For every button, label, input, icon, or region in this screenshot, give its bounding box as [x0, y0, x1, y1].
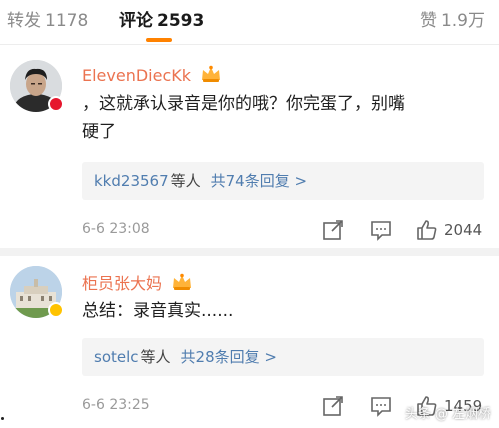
reply-users-suffix: 等人: [140, 348, 171, 366]
tab-like[interactable]: 赞 1.9万: [420, 6, 485, 31]
tabs-divider: [0, 44, 499, 45]
like-icon[interactable]: [416, 219, 438, 243]
reply-users-link[interactable]: sotelc: [94, 348, 139, 366]
vip-crown-icon: [173, 273, 192, 290]
verified-badge-icon: [48, 302, 64, 318]
share-icon[interactable]: [322, 395, 344, 419]
comment-text-line: 硬了: [82, 122, 116, 142]
comment-divider: [0, 248, 499, 256]
share-icon[interactable]: [322, 219, 344, 243]
replies-preview[interactable]: kkd23567 等人 共74条回复 >: [82, 162, 484, 200]
tab-repost-label: 转发: [7, 11, 41, 31]
stray-dot: [1, 417, 4, 420]
comment-meta: 6-6 23:08 2044: [82, 219, 492, 243]
reply-users-link[interactable]: kkd23567: [94, 172, 169, 190]
tab-repost-count: 1178: [45, 11, 89, 31]
comment-username[interactable]: ElevenDiecKk: [82, 65, 222, 85]
reply-users-suffix: 等人: [170, 172, 201, 190]
username-text: ElevenDiecKk: [82, 66, 192, 85]
vip-crown-icon: [202, 65, 221, 82]
comment-text: ，这就承认录音是你的哦？你完蛋了，别嘴 硬了: [82, 90, 482, 146]
watermark: 头条 @ 左烟桥: [404, 407, 491, 422]
tab-comment-label: 评论: [119, 11, 153, 31]
active-tab-indicator: [146, 38, 172, 42]
tab-comment-count: 2593: [157, 11, 205, 31]
replies-preview[interactable]: sotelc 等人 共28条回复 >: [82, 338, 484, 376]
tab-like-label: 赞: [419, 11, 437, 31]
comment-username[interactable]: 柜员张大妈: [82, 270, 193, 294]
comment-text-line: 总结：录音真实......: [82, 301, 234, 321]
comment-timestamp: 6-6 23:25: [82, 397, 150, 413]
like-count: 2044: [444, 221, 483, 239]
reply-count-link[interactable]: 共28条回复 >: [181, 348, 277, 366]
comment-icon[interactable]: [370, 395, 392, 419]
comment-text: 总结：录音真实......: [82, 297, 482, 325]
reply-count-link[interactable]: 共74条回复 >: [211, 172, 307, 190]
comment-timestamp: 6-6 23:08: [82, 221, 150, 237]
username-text: 柜员张大妈: [82, 274, 163, 293]
comment-icon[interactable]: [370, 219, 392, 243]
comment-text-line: ，这就承认录音是你的哦？你完蛋了，别嘴: [82, 94, 405, 114]
tab-repost[interactable]: 转发 1178: [7, 6, 88, 31]
tab-comment[interactable]: 评论 2593: [119, 6, 204, 31]
tab-like-count: 1.9万: [440, 11, 485, 31]
comment-tabs: 转发 1178 评论 2593 赞 1.9万: [0, 0, 499, 44]
verified-badge-icon: [48, 96, 64, 112]
